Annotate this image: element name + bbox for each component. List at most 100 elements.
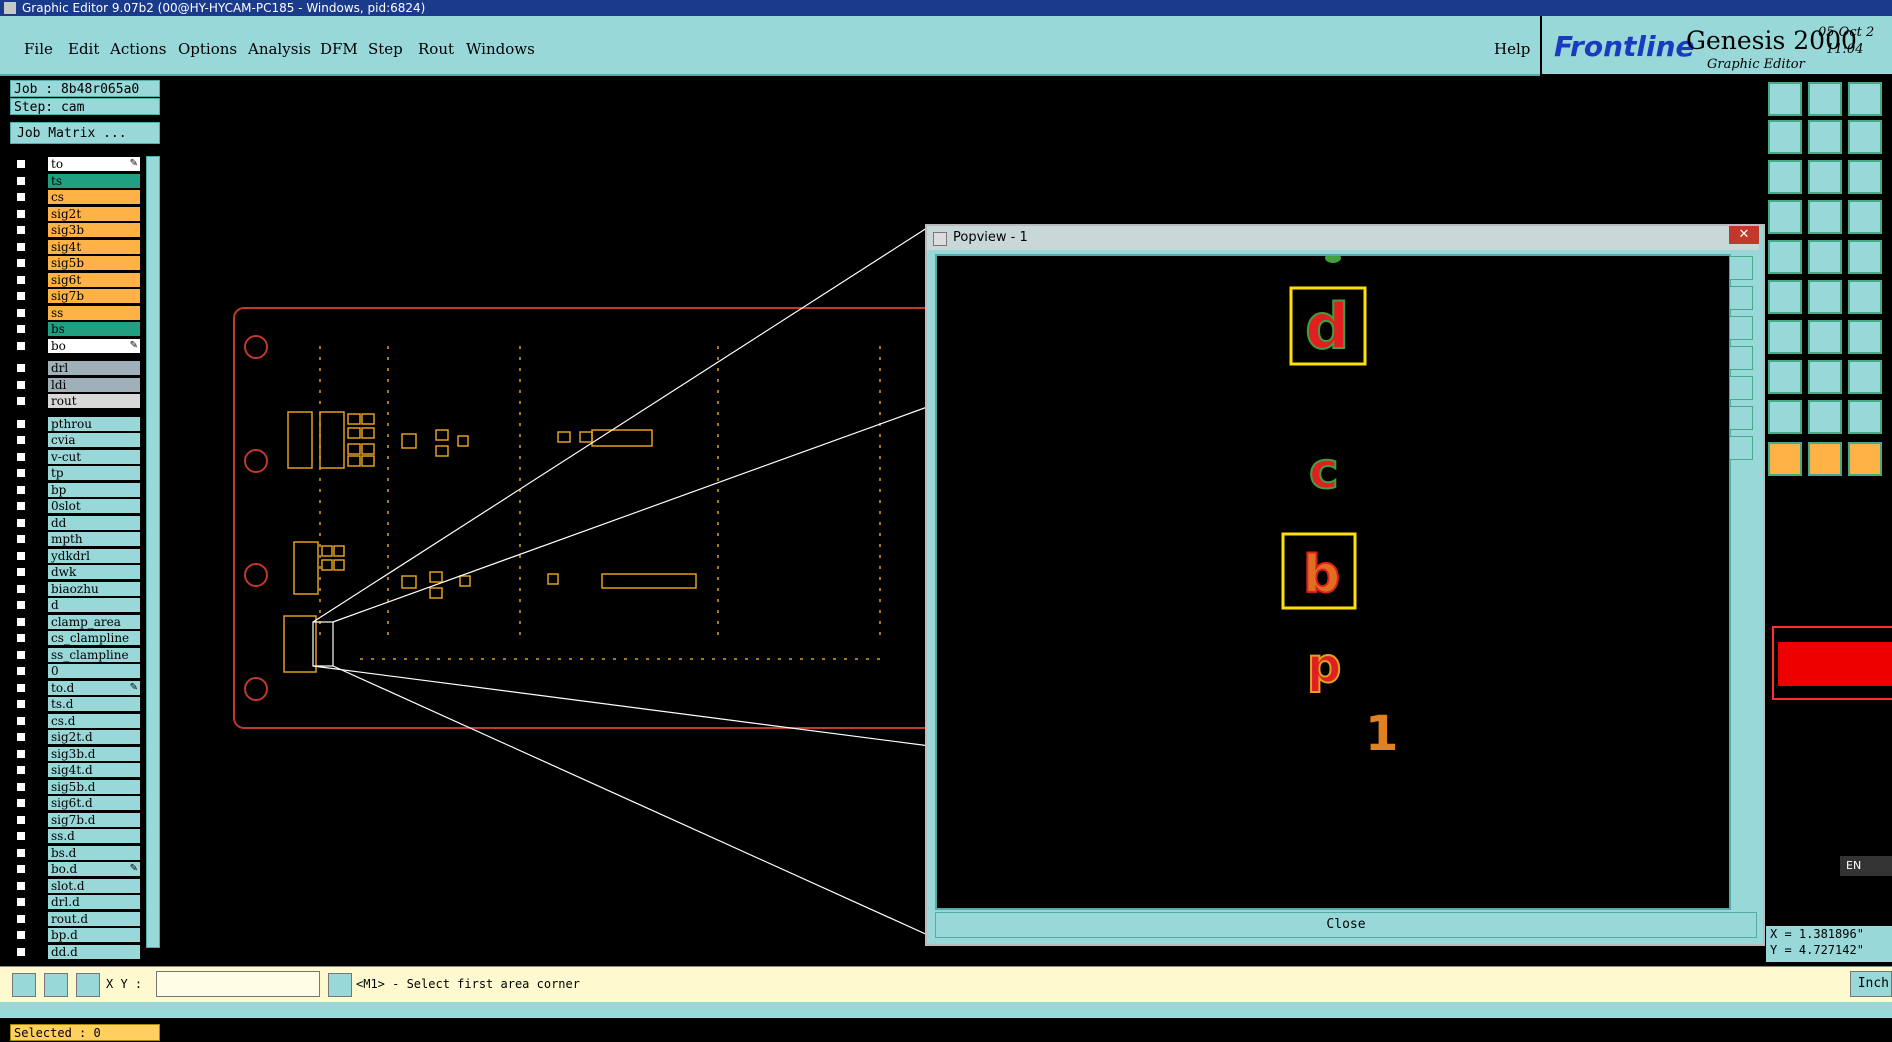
home-icon[interactable]: [1848, 82, 1882, 116]
layer-name[interactable]: to.d ✎: [48, 680, 140, 695]
layer-checkbox[interactable]: [16, 781, 26, 792]
layer-name[interactable]: drl: [48, 361, 140, 375]
layer-name[interactable]: tp: [48, 466, 140, 480]
measure-icon[interactable]: [1808, 240, 1842, 274]
layer-checkbox[interactable]: [16, 534, 26, 544]
layer-checkbox[interactable]: [16, 682, 26, 693]
layer-checkbox[interactable]: [16, 363, 26, 373]
layer-name[interactable]: rout: [48, 394, 140, 408]
layer-row[interactable]: sig6t.d: [10, 795, 152, 811]
layer-checkbox[interactable]: [16, 616, 26, 627]
layer-row[interactable]: ldi: [10, 377, 152, 393]
layer-row[interactable]: mpth: [10, 531, 152, 547]
units-button[interactable]: Inch: [1850, 971, 1892, 997]
layer-checkbox[interactable]: [16, 435, 26, 445]
job-matrix-button[interactable]: Job Matrix ...: [10, 122, 160, 144]
layer-row[interactable]: sig5b.d: [10, 779, 152, 795]
layer-name[interactable]: sig3b.d: [48, 746, 140, 761]
select-pointer-3-icon[interactable]: [1848, 442, 1882, 476]
snap-icon[interactable]: [1848, 200, 1882, 234]
layer-view-icon[interactable]: [1768, 200, 1802, 234]
layer-checkbox[interactable]: [16, 864, 26, 874]
connect-icon[interactable]: [1768, 280, 1802, 314]
layer-checkbox[interactable]: [16, 715, 26, 726]
layer-checkbox[interactable]: [16, 765, 26, 775]
layer-name[interactable]: bo.d ✎: [48, 862, 140, 876]
layer-checkbox[interactable]: [16, 517, 26, 528]
layer-name[interactable]: to ✎: [48, 157, 140, 171]
pad-icon[interactable]: [1768, 360, 1802, 394]
layer-name[interactable]: cs: [48, 190, 140, 204]
angle-icon[interactable]: [1768, 320, 1802, 354]
layer-checkbox[interactable]: [16, 451, 26, 462]
layer-checkbox[interactable]: [16, 241, 26, 252]
layer-row[interactable]: sig2t: [10, 206, 152, 222]
layer-name[interactable]: biaozhu: [48, 581, 140, 596]
layer-checkbox[interactable]: [16, 550, 26, 561]
layer-row[interactable]: sig6t: [10, 272, 152, 288]
layer-row[interactable]: pthrou: [10, 416, 152, 432]
layer-row[interactable]: dd.d: [10, 944, 152, 960]
menu-step[interactable]: Step: [368, 40, 403, 58]
layer-row[interactable]: bp.d: [10, 927, 152, 943]
layer-name[interactable]: cvia: [48, 433, 140, 447]
layer-name[interactable]: ts.d: [48, 697, 140, 711]
layer-checkbox[interactable]: [16, 396, 26, 406]
layer-name[interactable]: bs: [48, 322, 140, 336]
layer-checkbox[interactable]: [16, 847, 26, 858]
layer-row[interactable]: dwk: [10, 564, 152, 580]
layer-row[interactable]: sig3b.d: [10, 746, 152, 762]
layer-row[interactable]: ydkdrl: [10, 548, 152, 564]
layer-checkbox[interactable]: [16, 567, 26, 577]
layer-row[interactable]: ss.d: [10, 828, 152, 844]
layer-name[interactable]: cs_clampline: [48, 631, 140, 645]
menu-help[interactable]: Help: [1494, 40, 1530, 58]
layer-row[interactable]: ss_clampline: [10, 647, 152, 663]
popview-canvas[interactable]: d c b p 1: [935, 254, 1731, 910]
layer-name[interactable]: sig2t.d: [48, 730, 140, 744]
text-a-outline-icon[interactable]: [1808, 400, 1842, 434]
layer-checkbox[interactable]: [16, 600, 26, 610]
layer-checkbox[interactable]: [16, 379, 26, 390]
layer-row[interactable]: clamp_area: [10, 614, 152, 630]
layer-name[interactable]: ldi: [48, 377, 140, 392]
layer-row[interactable]: bo.d ✎: [10, 861, 152, 877]
layer-checkbox[interactable]: [16, 897, 26, 907]
layer-name[interactable]: ss: [48, 305, 140, 320]
scale-1-to-2-icon[interactable]: [1848, 160, 1882, 194]
popview-close-x-button[interactable]: ✕: [1729, 226, 1759, 244]
layer-checkbox[interactable]: [16, 307, 26, 318]
layer-checkbox[interactable]: [16, 468, 26, 478]
layer-row[interactable]: v-cut: [10, 449, 152, 465]
grid-icon[interactable]: [1808, 200, 1842, 234]
layer-row[interactable]: sig3b: [10, 222, 152, 238]
layer-checkbox[interactable]: [16, 732, 26, 742]
layer-checkbox[interactable]: [16, 501, 26, 511]
layer-name[interactable]: slot.d: [48, 878, 140, 893]
layer-row[interactable]: tp: [10, 465, 152, 481]
layer-row[interactable]: biaozhu: [10, 581, 152, 597]
layer-checkbox[interactable]: [16, 880, 26, 891]
layer-checkbox[interactable]: [16, 913, 26, 924]
dimension-icon[interactable]: [1848, 360, 1882, 394]
layer-row[interactable]: to ✎: [10, 156, 152, 172]
layer-row[interactable]: rout: [10, 393, 152, 409]
menu-file[interactable]: File: [24, 40, 53, 58]
layer-name[interactable]: cs.d: [48, 713, 140, 728]
layer-name[interactable]: rout.d: [48, 911, 140, 926]
layer-name[interactable]: drl.d: [48, 895, 140, 909]
layer-row[interactable]: cvia: [10, 432, 152, 448]
arc-icon[interactable]: [1848, 320, 1882, 354]
layer-row[interactable]: bo ✎: [10, 338, 152, 354]
xy-input[interactable]: [156, 971, 320, 997]
language-indicator[interactable]: EN: [1840, 856, 1892, 876]
point-icon[interactable]: [1848, 280, 1882, 314]
layer-checkbox[interactable]: [16, 699, 26, 709]
layer-row[interactable]: bs: [10, 321, 152, 337]
layer-checkbox[interactable]: [16, 258, 26, 268]
zoom-home-icon[interactable]: [1768, 82, 1802, 116]
layer-name[interactable]: dd: [48, 515, 140, 530]
popview-close-button[interactable]: Close: [935, 912, 1757, 938]
popview-zoom-out-icon[interactable]: [1729, 316, 1753, 340]
layer-row[interactable]: bp: [10, 482, 152, 498]
